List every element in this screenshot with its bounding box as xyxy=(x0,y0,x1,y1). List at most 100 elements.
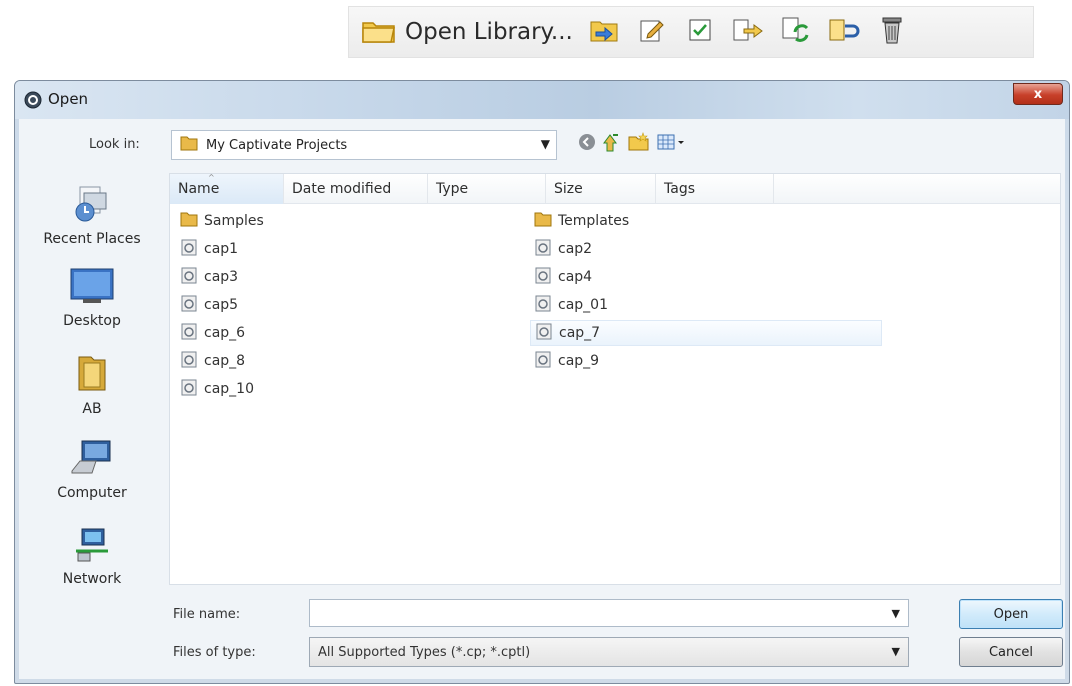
update-icon xyxy=(781,15,811,49)
files-of-type-value: All Supported Types (*.cp; *.cptl) xyxy=(318,644,531,660)
look-in-value: My Captivate Projects xyxy=(206,137,348,153)
folder-item[interactable]: Samples xyxy=(176,208,506,234)
new-folder-icon xyxy=(628,132,650,156)
place-label: AB xyxy=(82,401,102,417)
select-unused-icon xyxy=(687,17,713,47)
captivate-file-icon xyxy=(534,350,552,372)
column-headers: ^ Name Date modified Type Size Tags xyxy=(170,173,1060,204)
up-arrow-icon xyxy=(603,131,623,157)
file-name: cap3 xyxy=(204,269,239,285)
edit-button[interactable] xyxy=(635,15,669,49)
export-button[interactable] xyxy=(731,15,765,49)
file-name: cap_8 xyxy=(204,353,246,369)
captivate-file-icon xyxy=(180,322,198,344)
look-in-dropdown[interactable]: My Captivate Projects ▼ xyxy=(171,130,557,160)
folder-icon xyxy=(180,210,198,232)
file-item[interactable]: cap_10 xyxy=(176,376,506,402)
up-folder-button[interactable] xyxy=(601,132,625,156)
export-icon xyxy=(732,16,764,48)
captivate-file-icon xyxy=(180,350,198,372)
place-recent-places[interactable]: Recent Places xyxy=(19,183,165,247)
captivate-file-icon xyxy=(534,266,552,288)
delete-icon xyxy=(880,15,904,49)
file-item[interactable]: cap_6 xyxy=(176,320,506,346)
folder-item[interactable]: Templates xyxy=(530,208,882,234)
update-button[interactable] xyxy=(779,15,813,49)
column-header-type[interactable]: Type xyxy=(428,174,546,204)
import-folder-icon xyxy=(589,16,619,48)
column-header-date-modified[interactable]: Date modified xyxy=(284,174,428,204)
select-unused-button[interactable] xyxy=(683,15,717,49)
folder-icon xyxy=(180,134,198,156)
place-network[interactable]: Network xyxy=(19,527,165,587)
file-item[interactable]: cap4 xyxy=(530,264,882,290)
network-icon xyxy=(72,527,112,567)
file-item-hovered[interactable]: cap_7 xyxy=(530,320,882,346)
place-user-ab[interactable]: AB xyxy=(19,353,165,417)
file-item[interactable]: cap_8 xyxy=(176,348,506,374)
place-label: Network xyxy=(62,571,122,587)
recent-places-icon xyxy=(72,183,112,227)
cancel-button[interactable]: Cancel xyxy=(959,637,1063,667)
captivate-file-icon xyxy=(180,238,198,260)
file-name: Samples xyxy=(204,213,264,229)
file-name-label: File name: xyxy=(173,607,241,622)
back-button[interactable] xyxy=(575,132,599,156)
file-name: cap2 xyxy=(558,241,593,257)
file-name: cap_6 xyxy=(204,325,246,341)
dialog-title: Open xyxy=(48,90,89,108)
file-name-input[interactable] xyxy=(310,600,878,626)
file-name: cap_9 xyxy=(558,353,600,369)
user-folder-icon xyxy=(75,353,109,397)
place-label: Desktop xyxy=(63,313,121,329)
computer-icon xyxy=(70,439,114,481)
place-computer[interactable]: Computer xyxy=(19,439,165,501)
look-in-label: Look in: xyxy=(89,137,140,152)
file-name: cap_01 xyxy=(558,297,608,313)
file-item[interactable]: cap_01 xyxy=(530,292,882,318)
file-item[interactable]: cap3 xyxy=(176,264,506,290)
views-menu-button[interactable] xyxy=(655,132,689,156)
file-name: cap_7 xyxy=(559,325,601,341)
desktop-icon xyxy=(69,267,115,309)
column-header-size[interactable]: Size xyxy=(546,174,656,204)
open-library-button[interactable]: Open Library... xyxy=(349,7,573,57)
rename-button[interactable] xyxy=(827,15,861,49)
column-header-tags[interactable]: Tags xyxy=(656,174,774,204)
file-name: cap_10 xyxy=(204,381,254,397)
column-header-name[interactable]: ^ Name xyxy=(170,173,284,204)
open-dialog-icon xyxy=(23,90,43,114)
delete-button[interactable] xyxy=(875,15,909,49)
file-item[interactable]: cap1 xyxy=(176,236,506,262)
file-name-input-box: ▼ xyxy=(309,599,909,627)
file-name: cap4 xyxy=(558,269,593,285)
new-folder-button[interactable] xyxy=(627,132,651,156)
open-dialog: Open x Look in: My Captivate Projects ▼ xyxy=(14,80,1070,684)
file-item[interactable]: cap5 xyxy=(176,292,506,318)
import-button[interactable] xyxy=(587,15,621,49)
close-button[interactable]: x xyxy=(1013,83,1063,105)
title-bar: Open x xyxy=(15,81,1069,119)
file-item[interactable]: cap_9 xyxy=(530,348,882,374)
file-name: cap1 xyxy=(204,241,239,257)
folder-icon xyxy=(534,210,552,232)
captivate-file-icon xyxy=(534,238,552,260)
captivate-file-icon xyxy=(180,266,198,288)
place-label: Computer xyxy=(57,485,127,501)
file-item[interactable]: cap2 xyxy=(530,236,882,262)
place-desktop[interactable]: Desktop xyxy=(19,267,165,329)
file-list: ^ Name Date modified Type Size Tags Samp… xyxy=(169,173,1061,585)
file-name: cap5 xyxy=(204,297,239,313)
places-bar: Recent Places Desktop AB Computer Networ… xyxy=(19,171,165,679)
files-of-type-dropdown[interactable]: All Supported Types (*.cp; *.cptl) ▼ xyxy=(309,637,909,667)
captivate-file-icon xyxy=(180,294,198,316)
rename-icon xyxy=(828,16,860,48)
open-button[interactable]: Open xyxy=(959,599,1063,629)
back-arrow-icon xyxy=(577,132,597,156)
chevron-down-icon: ▼ xyxy=(891,645,900,658)
chevron-down-icon: ▼ xyxy=(540,137,550,151)
captivate-file-icon xyxy=(535,322,553,344)
files-of-type-label: Files of type: xyxy=(173,645,256,660)
captivate-file-icon xyxy=(534,294,552,316)
chevron-down-icon[interactable]: ▼ xyxy=(892,607,900,620)
